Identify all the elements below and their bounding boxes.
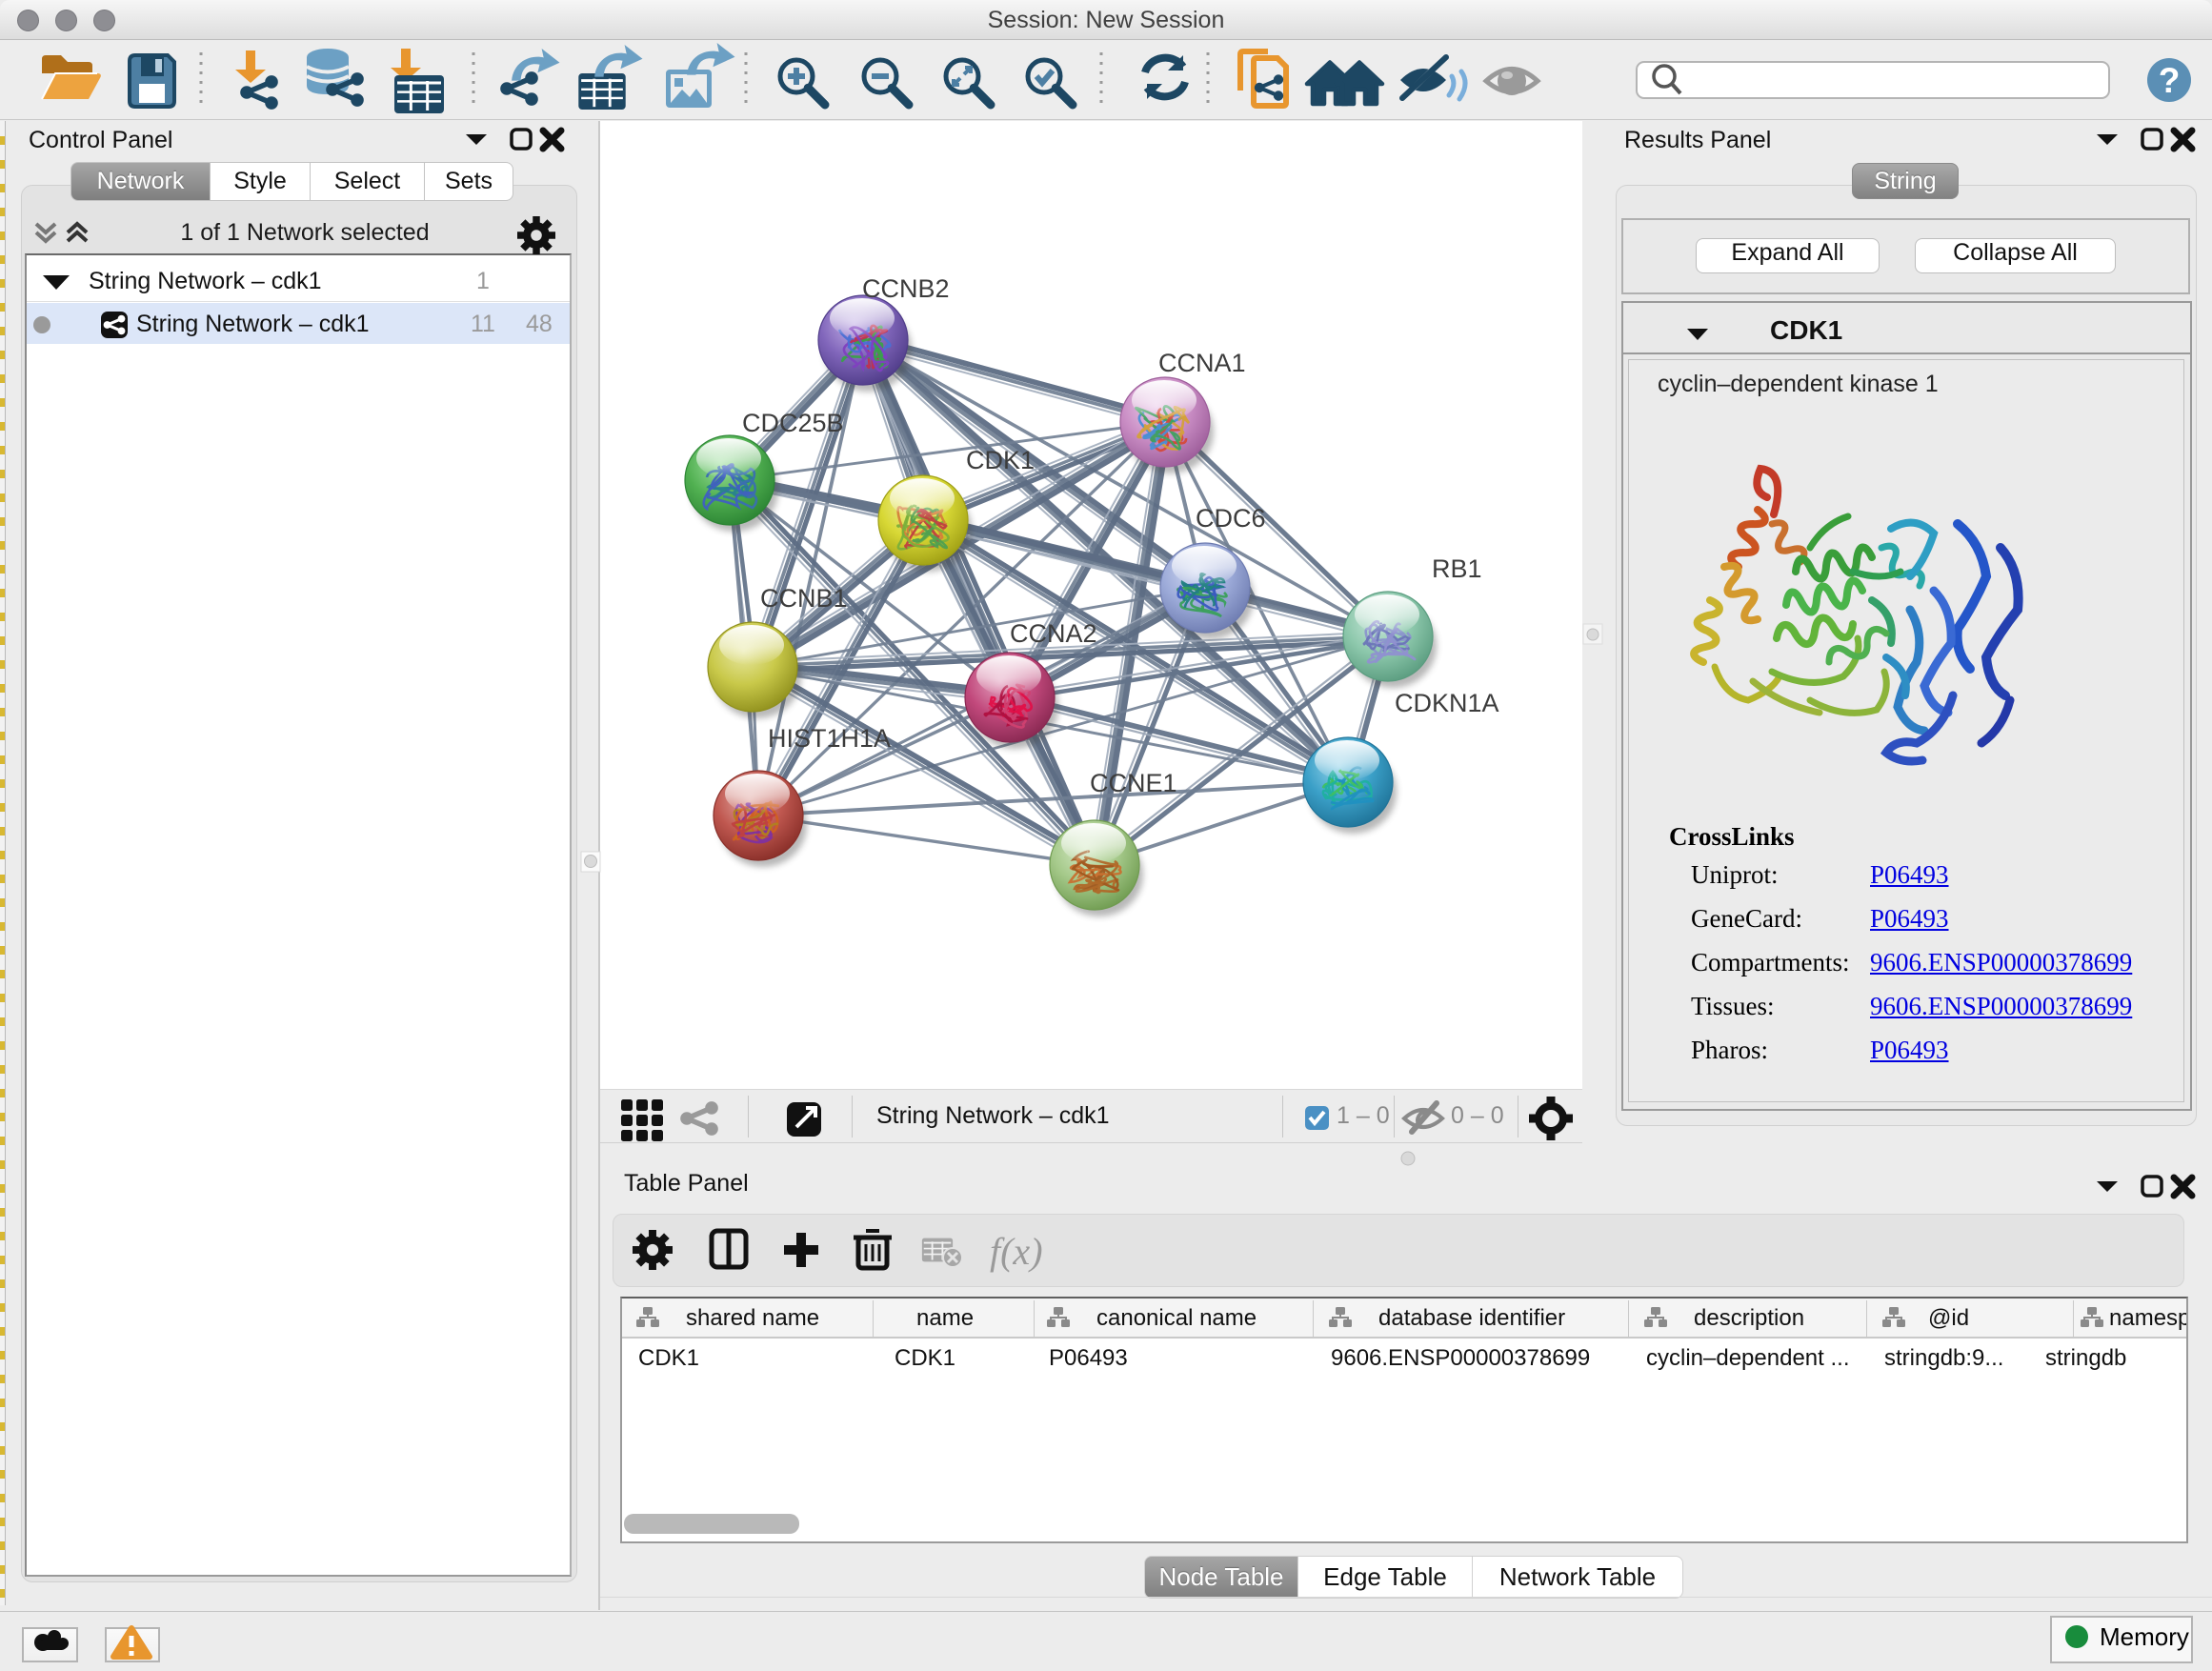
svg-text:CDC6: CDC6	[1196, 504, 1266, 533]
svg-text:HIST1H1A: HIST1H1A	[768, 724, 891, 753]
svg-text:CCNE1: CCNE1	[1090, 769, 1177, 797]
svg-text:CCNA2: CCNA2	[1010, 619, 1097, 648]
svg-text:CCNB1: CCNB1	[760, 584, 848, 613]
svg-text:CCNA1: CCNA1	[1158, 349, 1246, 377]
svg-text:CDC25B: CDC25B	[742, 409, 844, 437]
svg-text:CDKN1A: CDKN1A	[1395, 689, 1499, 717]
svg-text:RB1: RB1	[1432, 554, 1482, 583]
svg-text:CDK1: CDK1	[966, 446, 1035, 474]
svg-text:CCNB2: CCNB2	[862, 274, 950, 303]
